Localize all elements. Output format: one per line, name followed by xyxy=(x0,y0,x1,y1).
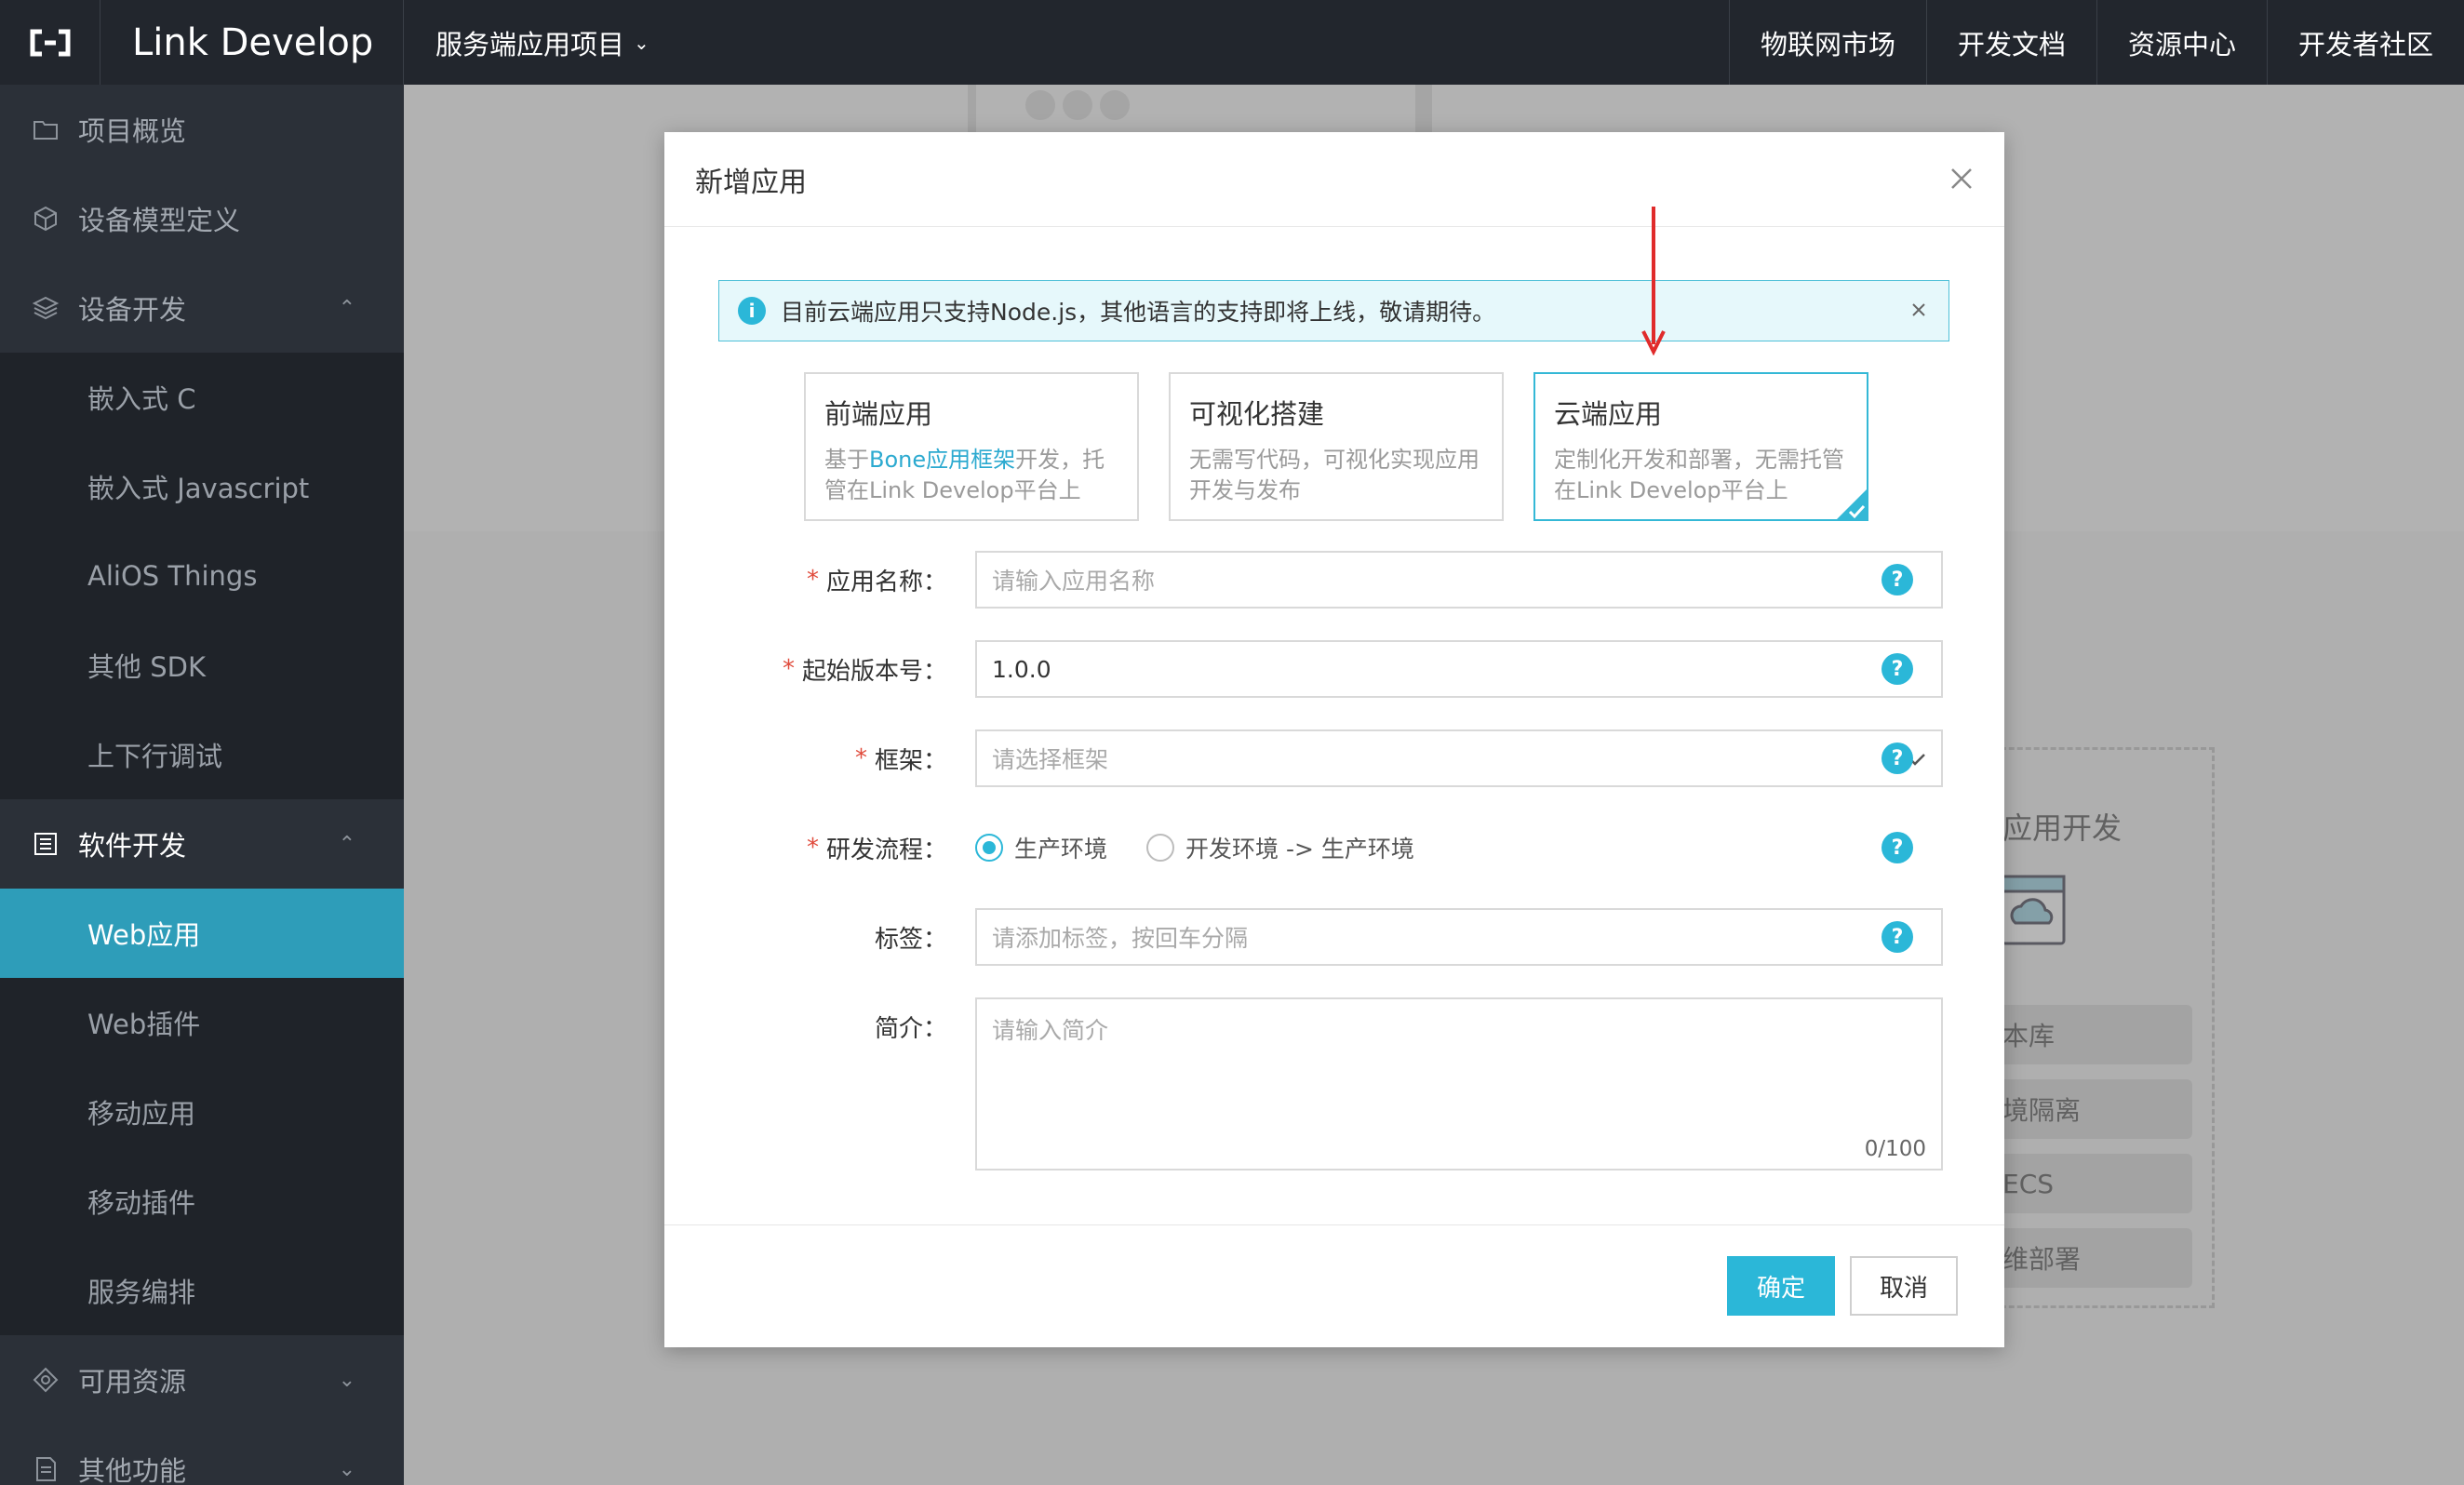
chevron-down-icon: ⌄ xyxy=(634,31,649,54)
new-app-dialog: 新增应用 i 目前云端应用只支持Node.js，其他语言的支持即将上线，敬请期待… xyxy=(664,132,2004,1347)
sidebar-item-updown-debug[interactable]: 上下行调试 xyxy=(0,710,404,799)
sidebar-item-mobile-app[interactable]: 移动应用 xyxy=(0,1067,404,1157)
info-alert: i 目前云端应用只支持Node.js，其他语言的支持即将上线，敬请期待。 xyxy=(718,280,1949,341)
confirm-button[interactable]: 确定 xyxy=(1727,1256,1835,1316)
tags-input[interactable]: 请添加标签，按回车分隔 xyxy=(975,908,1943,966)
sidebar-item-web-plugin[interactable]: Web插件 xyxy=(0,978,404,1067)
chevron-up-icon: ⌃ xyxy=(338,296,355,320)
help-icon[interactable]: ? xyxy=(1881,832,1913,863)
project-selector[interactable]: 服务端应用项目 ⌄ xyxy=(404,0,649,85)
folder-icon xyxy=(32,115,60,143)
help-icon[interactable]: ? xyxy=(1881,742,1913,774)
dialog-header: 新增应用 xyxy=(664,132,2004,227)
sidebar-item-label: 其他功能 xyxy=(78,1455,187,1485)
sidebar-item-web-app[interactable]: Web应用 xyxy=(0,889,404,978)
sidebar-item-embedded-c[interactable]: 嵌入式 C xyxy=(0,353,404,442)
help-icon[interactable]: ? xyxy=(1881,653,1913,685)
help-icon[interactable]: ? xyxy=(1881,921,1913,953)
version-input[interactable]: 1.0.0 xyxy=(975,640,1943,698)
sidebar-item-overview[interactable]: 项目概览 xyxy=(0,85,404,174)
app-type-desc: 定制化开发和部署，无需托管在Link Develop平台上 xyxy=(1554,447,1844,503)
app-type-title: 可视化搭建 xyxy=(1189,398,1325,430)
app-type-cloud[interactable]: 云端应用 定制化开发和部署，无需托管在Link Develop平台上 xyxy=(1533,372,1868,521)
sidebar-item-other-sdk[interactable]: 其他 SDK xyxy=(0,621,404,710)
selected-check-icon xyxy=(1837,489,1867,519)
sidebar-item-service-orchestration[interactable]: 服务编排 xyxy=(0,1246,404,1335)
link-logo-icon xyxy=(30,29,70,56)
app-type-desc: 基于Bone应用框架开发，托管在Link Develop平台上 xyxy=(824,447,1105,503)
sidebar-item-embedded-js[interactable]: 嵌入式 Javascript xyxy=(0,442,404,531)
radio-checked xyxy=(975,834,1003,862)
app-name-input[interactable]: 请输入应用名称 xyxy=(975,551,1943,609)
sidebar-item-label: 可用资源 xyxy=(78,1366,187,1398)
sidebar-item-alios-things[interactable]: AliOS Things xyxy=(0,531,404,621)
radio-dev-to-production[interactable]: 开发环境 -> 生产环境 xyxy=(1146,831,1414,864)
brand-name: Link Develop xyxy=(100,0,404,85)
resource-icon xyxy=(32,1366,60,1394)
flow-radio-group: 生产环境 开发环境 -> 生产环境 xyxy=(975,819,1453,876)
nav-dev-docs[interactable]: 开发文档 xyxy=(1925,0,2096,85)
app-type-visual[interactable]: 可视化搭建 无需写代码，可视化实现应用开发与发布 xyxy=(1169,372,1504,521)
flow-label: * 研发流程： xyxy=(806,834,947,864)
alert-text: 目前云端应用只支持Node.js，其他语言的支持即将上线，敬请期待。 xyxy=(781,299,1496,326)
sidebar-item-other[interactable]: 其他功能 ⌄ xyxy=(0,1425,404,1485)
top-bar: Link Develop 服务端应用项目 ⌄ 物联网市场 开发文档 资源中心 开… xyxy=(0,0,2464,85)
sidebar-item-resources[interactable]: 可用资源 ⌄ xyxy=(0,1335,404,1425)
project-name: 服务端应用项目 xyxy=(435,28,625,60)
char-counter: 0/100 xyxy=(1864,1137,1926,1161)
sidebar-item-software-dev[interactable]: 软件开发 ⌃ xyxy=(0,799,404,889)
sidebar-item-model[interactable]: 设备模型定义 xyxy=(0,174,404,263)
help-icon[interactable]: ? xyxy=(1881,564,1913,595)
nav-resource-center[interactable]: 资源中心 xyxy=(2096,0,2267,85)
info-icon: i xyxy=(738,297,766,325)
chevron-down-icon: ⌄ xyxy=(338,1457,355,1481)
sidebar-item-label: 设备模型定义 xyxy=(78,205,241,236)
bone-framework-link[interactable]: Bone应用框架 xyxy=(869,447,1015,473)
radio-production[interactable]: 生产环境 xyxy=(975,831,1107,864)
layers-icon xyxy=(32,294,60,322)
document-icon xyxy=(32,1455,60,1483)
alert-close-icon[interactable] xyxy=(1906,297,1932,323)
close-icon[interactable] xyxy=(1945,162,1978,195)
sidebar-item-mobile-plugin[interactable]: 移动插件 xyxy=(0,1157,404,1246)
device-dev-submenu: 嵌入式 C 嵌入式 Javascript AliOS Things 其他 SDK… xyxy=(0,353,404,799)
top-nav: 物联网市场 开发文档 资源中心 开发者社区 xyxy=(1728,0,2464,85)
intro-label: 简介： xyxy=(874,1014,947,1043)
app-type-title: 前端应用 xyxy=(824,398,933,430)
logo[interactable] xyxy=(0,0,100,85)
dialog-title: 新增应用 xyxy=(695,166,807,199)
version-label: * 起始版本号： xyxy=(782,655,947,686)
sidebar-item-label: 项目概览 xyxy=(78,115,187,147)
radio-unchecked xyxy=(1146,834,1175,862)
app-type-title: 云端应用 xyxy=(1554,398,1663,430)
sidebar-item-label: 软件开发 xyxy=(78,830,187,862)
cube-icon xyxy=(32,205,60,233)
sidebar-item-label: 设备开发 xyxy=(78,294,187,326)
app-type-frontend[interactable]: 前端应用 基于Bone应用框架开发，托管在Link Develop平台上 xyxy=(804,372,1139,521)
software-dev-submenu: Web应用 Web插件 移动应用 移动插件 服务编排 xyxy=(0,889,404,1335)
sidebar: 项目概览 设备模型定义 设备开发 ⌃ 嵌入式 C 嵌入式 Javascript … xyxy=(0,85,404,1485)
framework-label: * 框架： xyxy=(854,744,947,775)
annotation-arrow-icon xyxy=(1641,207,1666,355)
intro-textarea[interactable]: 请输入简介 0/100 xyxy=(975,997,1943,1171)
nav-iot-market[interactable]: 物联网市场 xyxy=(1728,0,1926,85)
app-type-desc: 无需写代码，可视化实现应用开发与发布 xyxy=(1189,447,1480,503)
chevron-down-icon: ⌄ xyxy=(338,1368,355,1392)
cancel-button[interactable]: 取消 xyxy=(1850,1256,1958,1316)
framework-select[interactable]: 请选择框架 xyxy=(975,729,1943,787)
chevron-up-icon: ⌃ xyxy=(338,832,355,856)
sidebar-item-device-dev[interactable]: 设备开发 ⌃ xyxy=(0,263,404,353)
tags-label: 标签： xyxy=(874,925,947,954)
list-icon xyxy=(32,830,60,858)
nav-dev-community[interactable]: 开发者社区 xyxy=(2266,0,2464,85)
name-label: * 应用名称： xyxy=(806,566,947,596)
